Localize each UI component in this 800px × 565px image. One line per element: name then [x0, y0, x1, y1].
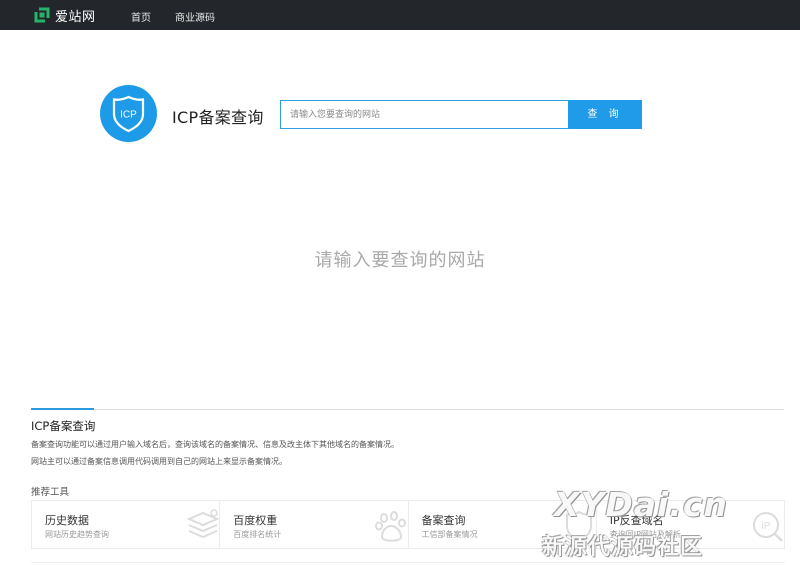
tool-desc: 网站历史趋势查询 [45, 530, 109, 539]
tool-card-icp-lookup[interactable]: 备案查询 工信部备案情况 [409, 501, 597, 548]
empty-result-message: 请输入要查询的网站 [314, 250, 486, 271]
info-title: ICP备案查询 [31, 419, 96, 433]
search-box [280, 100, 569, 129]
baidu-paw-icon [374, 511, 406, 542]
tool-desc: 工信部备案情况 [421, 530, 478, 539]
search-input[interactable] [281, 101, 568, 128]
bottom-divider [31, 562, 785, 563]
tool-card-ip-reverse[interactable]: IP反查域名 查询同IP网站及解析 iP [597, 501, 784, 548]
tool-card-baidu-weight[interactable]: 百度权重 百度排名统计 [220, 501, 409, 548]
search-button[interactable]: 查 询 [568, 100, 642, 129]
logo-icon [34, 7, 50, 23]
icp-badge: ICP [100, 85, 157, 142]
tool-name: 备案查询 [421, 514, 466, 527]
site-logo[interactable]: 爱站网 [34, 6, 96, 25]
section-divider [31, 409, 784, 410]
logo-text: 爱站网 [55, 9, 96, 25]
recommended-tools-heading: 推荐工具 [31, 487, 70, 498]
layers-icon [186, 509, 220, 539]
top-navbar: 爱站网 首页 商业源码 [0, 0, 800, 30]
nav-link-commercial-source[interactable]: 商业源码 [175, 9, 215, 24]
svg-text:iP: iP [762, 521, 771, 532]
badge-text: ICP [120, 110, 137, 121]
nav-link-home[interactable]: 首页 [131, 9, 151, 24]
info-description: 网站主可以通过备案信息调用代码调用到自己的网站上来显示备案情况。 [31, 457, 287, 466]
page-title: ICP备案查询 [172, 108, 264, 127]
tool-name: 历史数据 [45, 514, 89, 527]
tool-desc: 查询同IP网站及解析 [609, 530, 681, 539]
tool-card-history-data[interactable]: 历史数据 网站历史趋势查询 [32, 501, 221, 548]
tool-name: IP反查域名 [609, 514, 664, 527]
tool-desc: 百度排名统计 [233, 530, 282, 539]
shield-icon [565, 510, 592, 543]
recommended-tools-list: 历史数据 网站历史趋势查询 百度权重 百度排名统计 备案查询 工信部备案情况 I… [31, 500, 785, 549]
info-description: 备案查询功能可以通过用户输入域名后，查询该域名的备案情况、信息及改主体下其他域名… [31, 440, 399, 449]
ip-search-icon: iP [753, 512, 783, 542]
icp-shield-icon: ICP [112, 95, 145, 133]
section-divider-accent [31, 408, 94, 410]
tool-name: 百度权重 [233, 514, 278, 527]
